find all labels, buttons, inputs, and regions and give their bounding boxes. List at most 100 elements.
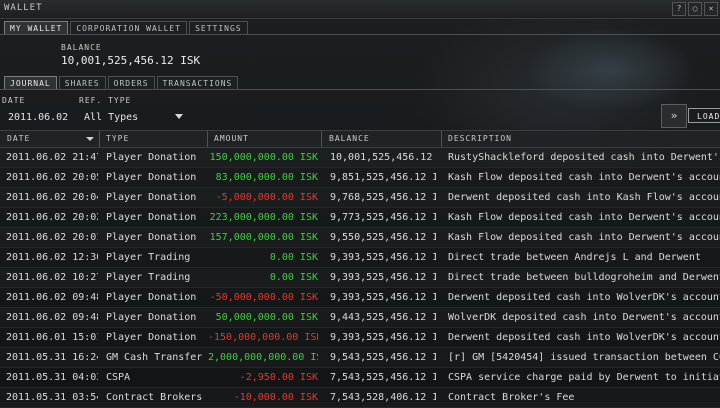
table-body: 2011.06.02 21:47 Player Donation 150,000,0… bbox=[0, 148, 720, 408]
cell-balance: 10,001,525,456.12 ISK bbox=[330, 152, 436, 163]
balance-value: 10,001,525,456.12 ISK bbox=[61, 54, 201, 67]
close-button[interactable]: × bbox=[704, 2, 718, 16]
reftype-filter-label: REF. TYPE bbox=[79, 96, 132, 105]
cell-amount: -5,000,000.00 ISK bbox=[215, 192, 318, 203]
double-chevron-right-icon[interactable]: » bbox=[661, 104, 687, 128]
table-row[interactable]: 2011.06.02 20:05 Player Donation 83,000,00… bbox=[0, 168, 720, 188]
balance-label: BALANCE bbox=[61, 43, 102, 52]
table-header: DATE TYPE AMOUNT BALANCE DESCRIPTION bbox=[0, 130, 720, 148]
cell-date: 2011.06.02 12:30 bbox=[6, 252, 98, 263]
cell-description: Kash Flow deposited cash into Derwent's … bbox=[448, 172, 720, 183]
tab-journal[interactable]: JOURNAL bbox=[4, 76, 57, 90]
cell-type: Player Trading bbox=[106, 252, 191, 263]
table-row[interactable]: 2011.05.31 03:54 Contract Brokers Fee -10,… bbox=[0, 388, 720, 408]
column-header-balance[interactable]: BALANCE bbox=[329, 134, 370, 143]
cell-type: Contract Brokers Fee bbox=[106, 392, 206, 403]
minimize-button[interactable]: ○ bbox=[688, 2, 702, 16]
cell-type: GM Cash Transfer bbox=[106, 352, 203, 363]
cell-type: Player Donation bbox=[106, 212, 197, 223]
cell-description: CSPA service charge paid by Derwent to i… bbox=[448, 372, 720, 383]
journal-table: DATE TYPE AMOUNT BALANCE DESCRIPTION 201… bbox=[0, 130, 720, 408]
table-row[interactable]: 2011.06.02 12:30 Player Trading 0.00 ISK 9,… bbox=[0, 248, 720, 268]
cell-amount: 50,000,000.00 ISK bbox=[215, 312, 318, 323]
cell-date: 2011.05.31 04:03 bbox=[6, 372, 98, 383]
cell-description: Derwent deposited cash into WolverDK's a… bbox=[448, 332, 720, 343]
cell-balance: 9,543,525,456.12 ISK bbox=[330, 352, 436, 363]
column-header-description[interactable]: DESCRIPTION bbox=[448, 134, 512, 143]
table-row[interactable]: 2011.05.31 16:24 GM Cash Transfer 2,000,00… bbox=[0, 348, 720, 368]
tab-settings[interactable]: SETTINGS bbox=[189, 21, 248, 35]
cell-type: Player Donation bbox=[106, 172, 197, 183]
date-filter-input[interactable]: 2011.06.02 bbox=[8, 112, 68, 123]
table-row[interactable]: 2011.06.02 09:48 Player Donation 50,000,00… bbox=[0, 308, 720, 328]
top-tab-divider bbox=[0, 34, 720, 35]
cell-description: RustyShackleford deposited cash into Der… bbox=[448, 152, 720, 163]
load-button[interactable]: LOAD bbox=[688, 108, 720, 123]
cell-description: WolverDK deposited cash into Derwent's a… bbox=[448, 312, 720, 323]
cell-balance: 7,543,528,406.12 ISK bbox=[330, 392, 436, 403]
table-row[interactable]: 2011.06.02 09:48 Player Donation -50,000,0… bbox=[0, 288, 720, 308]
cell-description: Contract Broker's Fee bbox=[448, 392, 575, 403]
cell-amount: -50,000,000.00 ISK bbox=[209, 292, 318, 303]
chevron-down-icon[interactable] bbox=[175, 114, 183, 119]
table-row[interactable]: 2011.06.02 20:02 Player Donation 223,000,0… bbox=[0, 208, 720, 228]
cell-balance: 9,443,525,456.12 ISK bbox=[330, 312, 436, 323]
column-divider[interactable] bbox=[207, 131, 208, 147]
cell-amount: 83,000,000.00 ISK bbox=[215, 172, 318, 183]
title-bar[interactable]: WALLET ? ○ × bbox=[0, 0, 720, 19]
cell-balance: 9,393,525,456.12 ISK bbox=[330, 252, 436, 263]
tab-my-wallet[interactable]: MY WALLET bbox=[4, 21, 69, 35]
table-row[interactable]: 2011.06.01 15:01 Player Donation -150,000,… bbox=[0, 328, 720, 348]
wallet-tabs: MY WALLET CORPORATION WALLET SETTINGS bbox=[4, 21, 248, 35]
cell-balance: 9,393,525,456.12 ISK bbox=[330, 332, 436, 343]
table-row[interactable]: 2011.05.31 04:03 CSPA -2,950.00 ISK 7,543,5… bbox=[0, 368, 720, 388]
reftype-filter-select[interactable]: All Types bbox=[84, 112, 138, 123]
cell-amount: 0.00 ISK bbox=[269, 252, 318, 263]
cell-date: 2011.06.02 09:48 bbox=[6, 292, 98, 303]
cell-balance: 9,550,525,456.12 ISK bbox=[330, 232, 436, 243]
cell-amount: -10,000.00 ISK bbox=[233, 392, 318, 403]
tab-shares[interactable]: SHARES bbox=[58, 76, 106, 90]
cell-description: Direct trade between Andrejs L and Derwe… bbox=[448, 252, 701, 263]
table-row[interactable]: 2011.06.02 21:47 Player Donation 150,000,0… bbox=[0, 148, 720, 168]
table-row[interactable]: 2011.06.02 10:27 Player Trading 0.00 ISK 9,… bbox=[0, 268, 720, 288]
cell-date: 2011.06.01 15:01 bbox=[6, 332, 98, 343]
window-controls: ? ○ × bbox=[672, 2, 718, 16]
tab-corporation-wallet[interactable]: CORPORATION WALLET bbox=[70, 21, 188, 35]
cell-amount: -150,000,000.00 ISK bbox=[208, 332, 318, 343]
cell-type: Player Donation bbox=[106, 192, 197, 203]
cell-description: Kash Flow deposited cash into Derwent's … bbox=[448, 232, 720, 243]
cell-type: Player Donation bbox=[106, 312, 197, 323]
cell-amount: 157,000,000.00 ISK bbox=[209, 232, 318, 243]
cell-date: 2011.06.02 21:47 bbox=[6, 152, 98, 163]
help-button[interactable]: ? bbox=[672, 2, 686, 16]
cell-date: 2011.06.02 20:01 bbox=[6, 232, 98, 243]
cell-date: 2011.06.02 20:05 bbox=[6, 172, 98, 183]
cell-type: Player Trading bbox=[106, 272, 191, 283]
cell-date: 2011.06.02 20:02 bbox=[6, 212, 98, 223]
column-divider[interactable] bbox=[441, 131, 442, 147]
column-header-amount[interactable]: AMOUNT bbox=[214, 134, 249, 143]
table-row[interactable]: 2011.06.02 20:04 Player Donation -5,000,00… bbox=[0, 188, 720, 208]
column-divider[interactable] bbox=[99, 131, 100, 147]
cell-amount: -2,950.00 ISK bbox=[239, 372, 318, 383]
cell-type: Player Donation bbox=[106, 292, 197, 303]
column-header-date[interactable]: DATE bbox=[7, 134, 30, 143]
sub-tab-divider bbox=[0, 89, 720, 90]
cell-balance: 9,773,525,456.12 ISK bbox=[330, 212, 436, 223]
column-header-type[interactable]: TYPE bbox=[106, 134, 129, 143]
cell-amount: 2,000,000,000.00 ISK bbox=[208, 352, 318, 363]
cell-description: Derwent deposited cash into Kash Flow's … bbox=[448, 192, 720, 203]
tab-transactions[interactable]: TRANSACTIONS bbox=[156, 76, 239, 90]
cell-amount: 223,000,000.00 ISK bbox=[209, 212, 318, 223]
date-filter-label: DATE bbox=[2, 96, 26, 105]
sort-descending-icon[interactable] bbox=[86, 137, 94, 141]
cell-date: 2011.05.31 03:54 bbox=[6, 392, 98, 403]
cell-date: 2011.05.31 16:24 bbox=[6, 352, 98, 363]
cell-date: 2011.06.02 10:27 bbox=[6, 272, 98, 283]
table-row[interactable]: 2011.06.02 20:01 Player Donation 157,000,0… bbox=[0, 228, 720, 248]
cell-balance: 9,851,525,456.12 ISK bbox=[330, 172, 436, 183]
tab-orders[interactable]: ORDERS bbox=[107, 76, 155, 90]
cell-description: [r] GM [5420454] issued transaction betw… bbox=[448, 352, 720, 363]
column-divider[interactable] bbox=[321, 131, 322, 147]
